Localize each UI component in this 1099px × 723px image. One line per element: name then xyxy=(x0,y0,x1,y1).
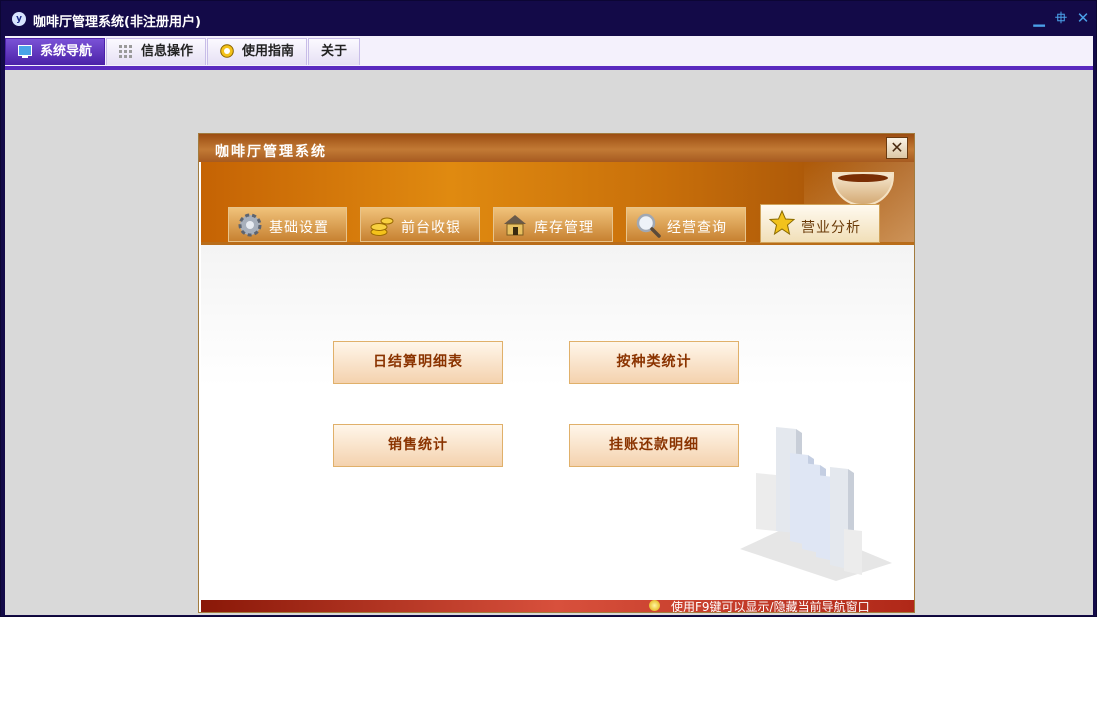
gear-icon xyxy=(238,213,262,237)
menu-bar: 系统导航 信息操作 使用指南 关于 xyxy=(5,36,1093,66)
dialog-close-button[interactable]: ✕ xyxy=(886,137,908,159)
dialog-content: 日结算明细表 按种类统计 销售统计 挂账还款明细 xyxy=(201,245,914,600)
dialog-titlebar[interactable]: 咖啡厅管理系统 ✕ xyxy=(199,134,914,162)
menu-tab-label: 信息操作 xyxy=(141,44,194,59)
menu-tab-about[interactable]: 关于 xyxy=(308,38,360,65)
monitor-icon xyxy=(18,45,32,58)
dialog-status-bar: 使用F9键可以显示/隐藏当前导航窗口 xyxy=(201,600,914,613)
minimize-button[interactable]: ▁ xyxy=(1031,9,1047,27)
window-title: 咖啡厅管理系统(非注册用户) xyxy=(33,15,201,30)
menu-tab-label: 使用指南 xyxy=(242,44,295,59)
coins-icon xyxy=(370,217,394,236)
nav-tab-label: 前台收银 xyxy=(401,220,461,236)
window-titlebar[interactable]: y 咖啡厅管理系统(非注册用户) ▁ ⯐ ✕ xyxy=(1,1,1096,36)
dialog-title: 咖啡厅管理系统 xyxy=(215,144,327,160)
menu-tab-system-nav[interactable]: 系统导航 xyxy=(5,38,105,65)
category-stats-button[interactable]: 按种类统计 xyxy=(569,341,739,384)
star-icon xyxy=(769,210,795,236)
warehouse-icon xyxy=(504,215,526,236)
daily-settlement-button[interactable]: 日结算明细表 xyxy=(333,341,503,384)
restore-button[interactable]: ⯐ xyxy=(1053,9,1069,27)
nav-tab-business-analysis[interactable]: 营业分析 xyxy=(760,204,880,243)
app-logo-icon: y xyxy=(12,12,26,26)
tea-surface xyxy=(838,174,888,182)
menu-tab-label: 关于 xyxy=(321,44,348,59)
grid-icon xyxy=(119,45,132,58)
menu-tab-label: 系统导航 xyxy=(40,44,93,59)
sales-stats-button[interactable]: 销售统计 xyxy=(333,424,503,467)
menu-tab-info-ops[interactable]: 信息操作 xyxy=(106,38,206,65)
magnifier-icon xyxy=(636,213,661,238)
nav-dialog: 咖啡厅管理系统 ✕ 基础设置 前台收银 库存管理 经营查询 营业分析 日结算明细… xyxy=(198,133,915,613)
status-hint: 使用F9键可以显示/隐藏当前导航窗口 xyxy=(671,600,870,613)
nav-tab-label: 库存管理 xyxy=(534,220,594,236)
nav-tab-inventory[interactable]: 库存管理 xyxy=(493,207,613,242)
compass-icon xyxy=(220,44,234,58)
nav-tab-front-cashier[interactable]: 前台收银 xyxy=(360,207,480,242)
lightbulb-icon xyxy=(649,600,660,611)
close-button[interactable]: ✕ xyxy=(1075,9,1091,27)
nav-tab-label: 基础设置 xyxy=(269,220,329,236)
nav-tab-basic-settings[interactable]: 基础设置 xyxy=(228,207,347,242)
menu-tab-user-guide[interactable]: 使用指南 xyxy=(207,38,307,65)
nav-tab-business-query[interactable]: 经营查询 xyxy=(626,207,746,242)
bar-chart-icon xyxy=(740,427,892,581)
nav-tab-label: 经营查询 xyxy=(667,220,727,236)
credit-repayment-button[interactable]: 挂账还款明细 xyxy=(569,424,739,467)
nav-tab-label: 营业分析 xyxy=(801,220,861,236)
